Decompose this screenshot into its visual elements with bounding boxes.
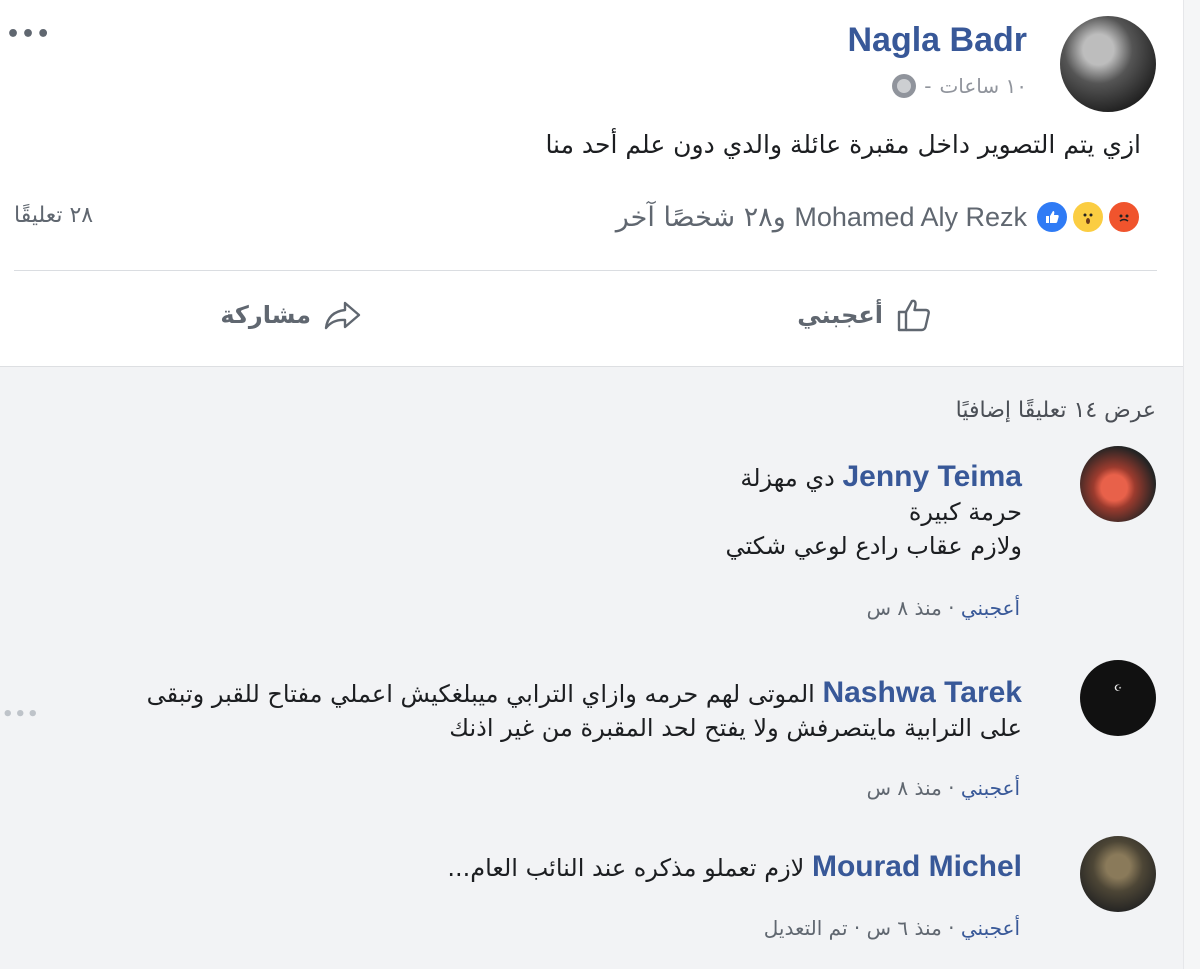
comment-text-line: دي مهزلة bbox=[740, 464, 835, 492]
comment-author[interactable]: Nashwa Tarek bbox=[822, 676, 1022, 709]
avatar-emblem: ☪ bbox=[1113, 684, 1123, 694]
reactors-others[interactable]: و٢٨ شخصًا آخر bbox=[616, 202, 786, 233]
post-author-name[interactable]: Nagla Badr bbox=[848, 20, 1028, 60]
comment-bubble: Mourad Michel لازم تعملو مذكره عند النائ… bbox=[414, 836, 1048, 899]
comment-edited-label[interactable]: تم التعديل bbox=[764, 916, 848, 940]
comment-text-line: ولازم عقاب رادع لوعي شكتي bbox=[725, 532, 1022, 560]
post-more-options-icon[interactable]: ••• bbox=[6, 22, 51, 48]
page-scrollbar[interactable] bbox=[1183, 0, 1200, 969]
globe-privacy-icon[interactable] bbox=[892, 74, 917, 98]
comment-meta: أعجبني · منذ ٨ س bbox=[867, 596, 1020, 620]
comment-options-icon[interactable]: ••• bbox=[2, 704, 40, 725]
comment-bubble: Nashwa Tarek الموتى لهم حرمه وازاي الترا… bbox=[72, 660, 1048, 763]
comment: Jenny Teima دي مهزلة حرمة كبيرة ولازم عق… bbox=[56, 446, 1156, 626]
comment-text-line: حرمة كبيرة bbox=[908, 498, 1022, 526]
comment-timestamp[interactable]: منذ ٦ س bbox=[867, 916, 942, 940]
share-button-label: مشاركة bbox=[220, 301, 311, 329]
like-button-label: أعجبني bbox=[797, 301, 883, 329]
post-author-avatar[interactable] bbox=[1060, 16, 1156, 112]
comment: ☪ Nashwa Tarek الموتى لهم حرمه وازاي الت… bbox=[2, 660, 1156, 810]
like-reaction-icon bbox=[1035, 200, 1069, 234]
meta-separator: · bbox=[948, 596, 955, 620]
reactions-summary[interactable]: Mohamed Aly Rezk و٢٨ شخصًا آخر bbox=[616, 200, 1141, 234]
thumbs-up-icon bbox=[897, 299, 930, 332]
post-text: ازي يتم التصوير داخل مقبرة عائلة والدي د… bbox=[545, 130, 1141, 159]
comment-timestamp[interactable]: منذ ٨ س bbox=[867, 776, 942, 800]
post-meta: ١٠ ساعات - bbox=[892, 74, 1027, 98]
comment-timestamp[interactable]: منذ ٨ س bbox=[867, 596, 942, 620]
comment-text-line: على الترابية مايتصرفش ولا يفتح لحد المقب… bbox=[449, 714, 1022, 742]
reactors-names[interactable]: Mohamed Aly Rezk و٢٨ شخصًا آخر bbox=[616, 202, 1027, 233]
commenter-avatar[interactable] bbox=[1080, 836, 1156, 912]
commenter-avatar[interactable] bbox=[1080, 446, 1156, 522]
comment-text-line: لازم تعملو مذكره عند النائب العام... bbox=[447, 854, 805, 882]
comment-like-link[interactable]: أعجبني bbox=[961, 776, 1020, 800]
meta-separator: · bbox=[948, 776, 955, 800]
meta-separator: - bbox=[924, 74, 932, 98]
comment-author[interactable]: Jenny Teima bbox=[842, 460, 1022, 493]
view-more-comments-link[interactable]: عرض ١٤ تعليقًا إضافيًا bbox=[956, 398, 1156, 423]
commenter-avatar[interactable]: ☪ bbox=[1080, 660, 1156, 736]
share-button[interactable]: مشاركة bbox=[220, 294, 363, 336]
comment-text-line: الموتى لهم حرمه وازاي الترابي ميبلغكيش ا… bbox=[146, 680, 815, 708]
comment-meta: أعجبني · منذ ٨ س bbox=[867, 776, 1020, 800]
reactor-name[interactable]: Mohamed Aly Rezk bbox=[794, 202, 1027, 232]
angry-reaction-icon bbox=[1107, 200, 1141, 234]
comments-count[interactable]: ٢٨ تعليقًا bbox=[14, 203, 93, 228]
wow-reaction-icon bbox=[1071, 200, 1105, 234]
comment: Mourad Michel لازم تعملو مذكره عند النائ… bbox=[36, 836, 1156, 956]
comment-meta: أعجبني · منذ ٦ س · تم التعديل bbox=[764, 916, 1020, 940]
post-card: ••• Nagla Badr ١٠ ساعات - ازي يتم التصوي… bbox=[0, 0, 1183, 367]
comment-author[interactable]: Mourad Michel bbox=[812, 850, 1022, 883]
comment-like-link[interactable]: أعجبني bbox=[961, 916, 1020, 940]
post-divider bbox=[14, 270, 1157, 271]
comment-like-link[interactable]: أعجبني bbox=[961, 596, 1020, 620]
like-button[interactable]: أعجبني bbox=[797, 294, 935, 336]
share-arrow-icon bbox=[324, 301, 361, 330]
meta-separator: · bbox=[853, 916, 861, 940]
comment-bubble: Jenny Teima دي مهزلة حرمة كبيرة ولازم عق… bbox=[676, 446, 1048, 581]
meta-separator: · bbox=[948, 916, 955, 940]
post-timestamp[interactable]: ١٠ ساعات bbox=[939, 74, 1027, 98]
